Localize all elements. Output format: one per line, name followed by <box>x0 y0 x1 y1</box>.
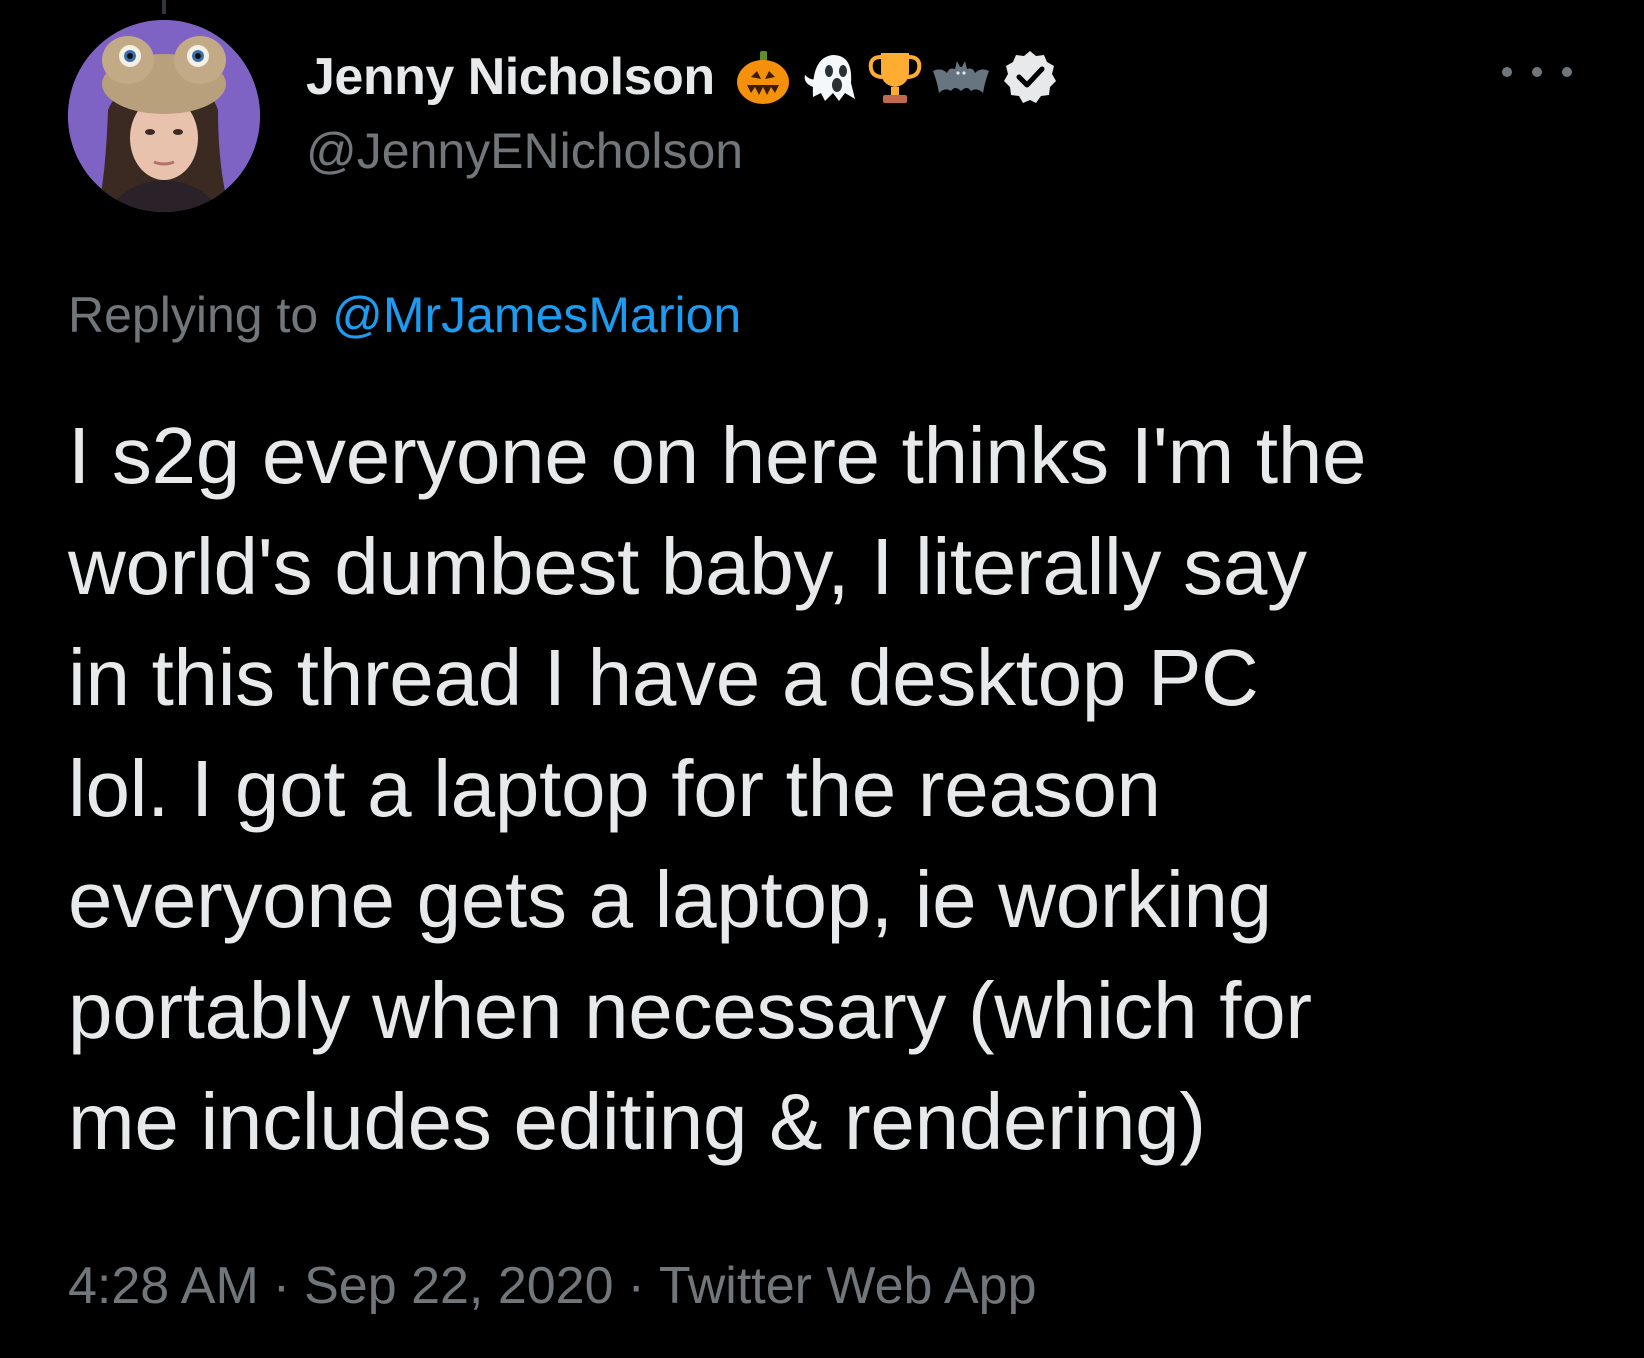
meta-separator: · <box>272 1257 291 1315</box>
tweet-date-link[interactable]: Sep 22, 2020 <box>304 1257 613 1315</box>
more-dot-icon <box>1502 67 1512 77</box>
author-name-row[interactable]: Jenny Nicholson <box>306 42 1059 112</box>
author-display-name[interactable]: Jenny Nicholson <box>306 47 715 107</box>
tweet-metadata: 4:28 AM · Sep 22, 2020 · Twitter Web App <box>68 1256 1037 1316</box>
tweet-text-line: lol. I got a laptop for the reason <box>68 744 1161 833</box>
more-dot-icon <box>1562 67 1572 77</box>
tweet-text-line: portably when necessary (which for <box>68 966 1312 1055</box>
thread-connector-line <box>162 0 166 14</box>
replying-to: Replying to @MrJamesMarion <box>68 286 741 344</box>
tweet-text-line: in this thread I have a desktop PC <box>68 633 1259 722</box>
reply-mention-link[interactable]: @MrJamesMarion <box>332 287 741 343</box>
jack-o-lantern-icon <box>733 47 793 107</box>
bat-icon <box>931 47 991 107</box>
tweet-text-line: everyone gets a laptop, ie working <box>68 855 1272 944</box>
more-options-button[interactable] <box>1502 52 1572 92</box>
meta-separator: · <box>627 1257 645 1315</box>
trophy-icon <box>865 47 925 107</box>
author-handle[interactable]: @JennyENicholson <box>306 122 743 180</box>
tweet-text-line: me includes editing & rendering) <box>68 1077 1206 1166</box>
verified-badge-icon[interactable] <box>1001 48 1059 106</box>
tweet-text: I s2g everyone on here thinks I'm the wo… <box>68 400 1608 1177</box>
tweet-source-link[interactable]: Twitter Web App <box>659 1257 1037 1315</box>
tweet-text-line: world's dumbest baby, I literally say <box>68 522 1307 611</box>
tweet: Jenny Nicholson @JennyENicholson Replyin… <box>0 0 1644 1358</box>
tweet-time-link[interactable]: 4:28 AM <box>68 1257 259 1315</box>
more-dot-icon <box>1532 67 1542 77</box>
avatar[interactable] <box>68 20 260 212</box>
tweet-text-line: I s2g everyone on here thinks I'm the <box>68 411 1367 500</box>
ghost-icon <box>799 47 859 107</box>
replying-to-label: Replying to <box>68 287 319 343</box>
